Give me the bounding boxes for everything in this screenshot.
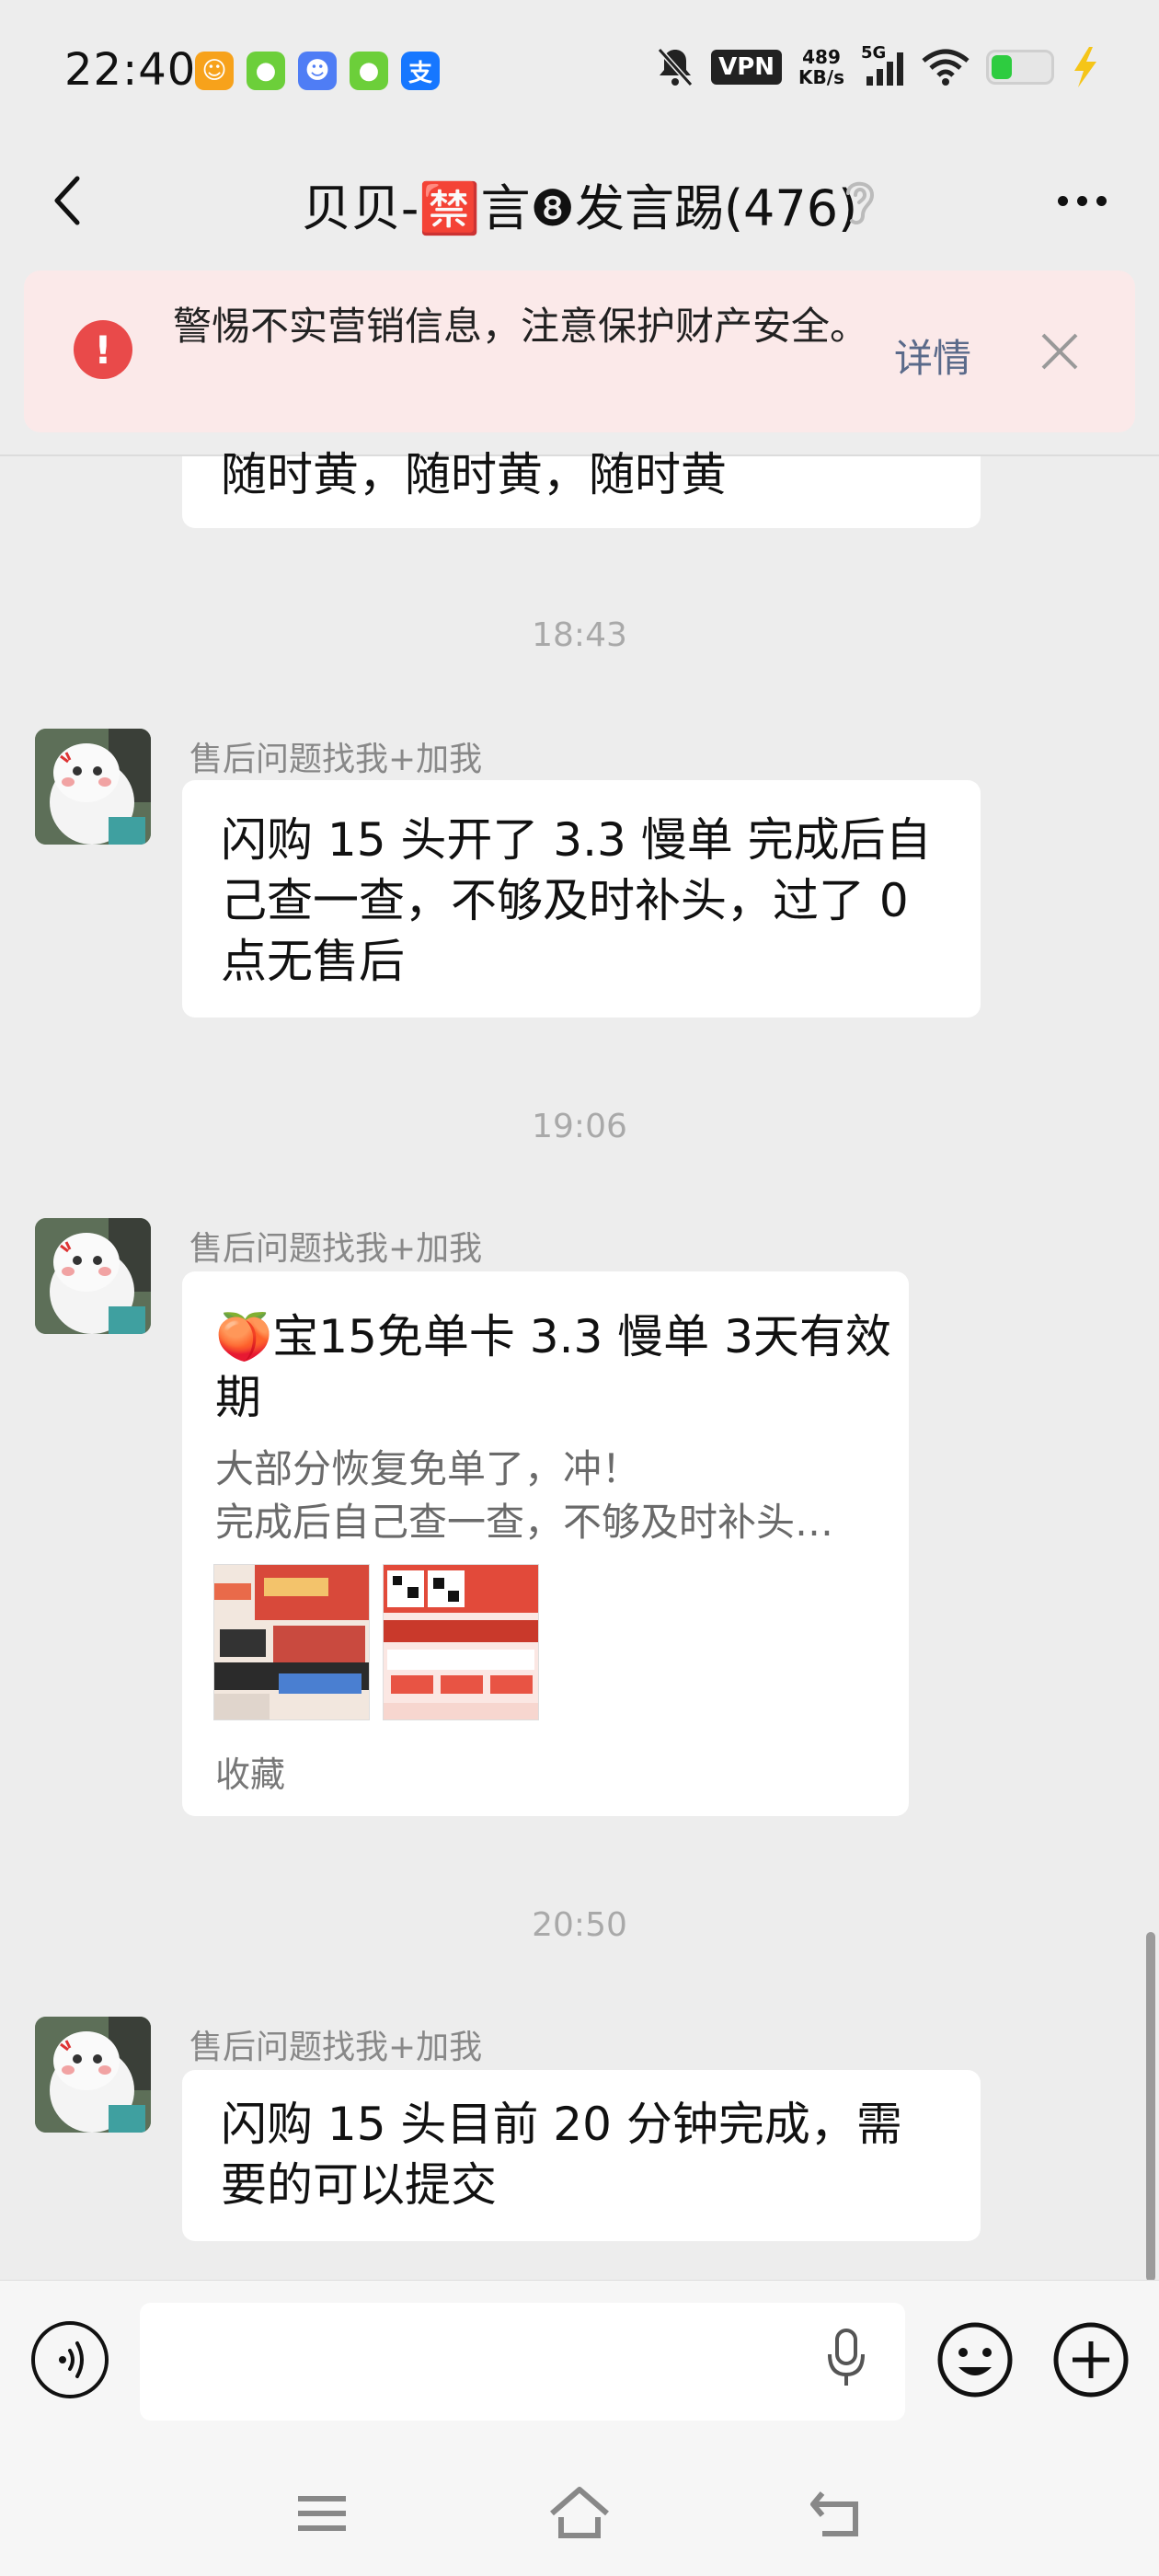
card-desc-line: 大部分恢复免单了，冲！	[215, 1446, 641, 1491]
card-source-label: 收藏	[215, 1754, 286, 1795]
message-text: 随时黄，随时黄，随时黄	[221, 448, 727, 501]
more-options-button[interactable]	[1045, 173, 1119, 228]
mute-bell-icon	[657, 47, 694, 87]
back-nav-button[interactable]	[800, 2477, 874, 2550]
green-app-icon: ●	[247, 52, 285, 90]
warning-text: 警惕不实营销信息，注意保护财产安全。	[173, 304, 869, 349]
net-speed: 489 KB/s	[798, 47, 844, 87]
more-dot-icon	[1057, 195, 1068, 206]
message-bubble[interactable]: 闪购 15 头开了 3.3 慢单 完成后自己查一查，不够及时补头，过了 0 点无…	[182, 780, 981, 1018]
more-dot-icon	[1096, 195, 1107, 206]
green-app-icon-2: ●	[350, 52, 388, 90]
battery-level	[992, 55, 1012, 79]
avatar-cartoon-icon	[35, 729, 151, 845]
earpiece-mode-button[interactable]	[837, 173, 883, 228]
net-speed-unit: KB/s	[798, 66, 844, 88]
back-arrow-icon	[810, 2491, 858, 2536]
chat-scrollbar[interactable]	[1146, 1932, 1155, 2282]
chat-header: 贝贝-🈲言❽发言踢(476)	[0, 138, 1159, 267]
home-icon	[550, 2487, 609, 2538]
sender-name: 售后问题找我+加我	[189, 741, 483, 778]
message-text: 闪购 15 头开了 3.3 慢单 完成后自己查一查，不够及时补头，过了 0 点无…	[221, 813, 932, 988]
smiley-icon	[937, 2322, 1013, 2398]
voice-mode-button[interactable]	[31, 2321, 109, 2398]
system-icons: VPN 489 KB/s 5G	[656, 43, 1098, 88]
accessibility-app-icon: ☺	[195, 52, 234, 90]
avatar-cartoon-icon	[35, 1218, 151, 1334]
screenshot-thumbnail-image	[384, 1565, 538, 1719]
net-speed-value: 489	[802, 46, 841, 68]
message-bubble-partial[interactable]: 随时黄，随时黄，随时黄	[182, 452, 981, 528]
notification-app-icons: ☺ ● ☻ ● 支	[195, 52, 440, 90]
avatar[interactable]	[35, 729, 151, 845]
screenshot-thumbnail-image	[214, 1565, 369, 1719]
warning-close-button[interactable]	[1032, 324, 1087, 379]
timestamp: 19:06	[532, 1108, 627, 1145]
card-desc-line: 完成后自己查一查，不够及时补头…	[215, 1500, 834, 1545]
message-input-field[interactable]	[140, 2303, 905, 2421]
ear-icon	[846, 181, 875, 224]
timestamp: 20:50	[532, 1906, 627, 1944]
message-bubble[interactable]: 闪购 15 头目前 20 分钟完成，需要的可以提交	[182, 2070, 981, 2241]
menu-lines-icon	[298, 2496, 346, 2531]
emoji-button[interactable]	[935, 2319, 1016, 2400]
sender-name: 售后问题找我+加我	[189, 1230, 483, 1268]
plus-icon	[1053, 2322, 1129, 2398]
avatar-cartoon-icon	[35, 2017, 151, 2133]
status-time: 22:40	[64, 44, 197, 96]
more-functions-button[interactable]	[1050, 2319, 1131, 2400]
sender-name: 售后问题找我+加我	[189, 2029, 483, 2066]
vpn-badge: VPN	[711, 50, 783, 85]
wifi-icon	[922, 49, 970, 86]
status-bar: 22:40 ☺ ● ☻ ● 支 VPN 489 KB/s 5G	[0, 0, 1159, 138]
voice-input-button[interactable]	[820, 2325, 872, 2391]
warning-detail-link[interactable]: 详情	[894, 328, 971, 384]
avatar[interactable]	[35, 1218, 151, 1334]
card-thumbnail-1[interactable]	[213, 1564, 370, 1720]
system-navigation-bar	[0, 2451, 1159, 2576]
cellular-signal-icon: 5G	[861, 43, 905, 87]
close-icon	[1041, 333, 1078, 370]
chat-title: 贝贝-🈲言❽发言踢(476)	[301, 179, 858, 237]
battery-icon	[986, 50, 1054, 85]
qq-app-icon: ☻	[298, 52, 337, 90]
microphone-icon	[828, 2329, 865, 2386]
recent-apps-button[interactable]	[285, 2477, 359, 2550]
alipay-app-icon: 支	[401, 52, 440, 90]
home-button[interactable]	[543, 2477, 616, 2550]
avatar[interactable]	[35, 2017, 151, 2133]
message-input-bar	[0, 2280, 1159, 2451]
more-dot-icon	[1076, 195, 1087, 206]
message-text: 闪购 15 头目前 20 分钟完成，需要的可以提交	[221, 2098, 902, 2212]
card-description: 大部分恢复免单了，冲！ 完成后自己查一查，不够及时补头…	[215, 1443, 887, 1549]
timestamp: 18:43	[532, 616, 627, 654]
charging-bolt-icon	[1074, 47, 1096, 87]
card-title: 🍑宝15免单卡 3.3 慢单 3天有效期	[215, 1310, 891, 1424]
scam-warning-banner: ! 警惕不实营销信息，注意保护财产安全。 详情	[24, 270, 1135, 432]
voice-wave-icon	[59, 2341, 84, 2378]
card-thumbnail-2[interactable]	[383, 1564, 539, 1720]
alert-icon: !	[74, 320, 132, 379]
